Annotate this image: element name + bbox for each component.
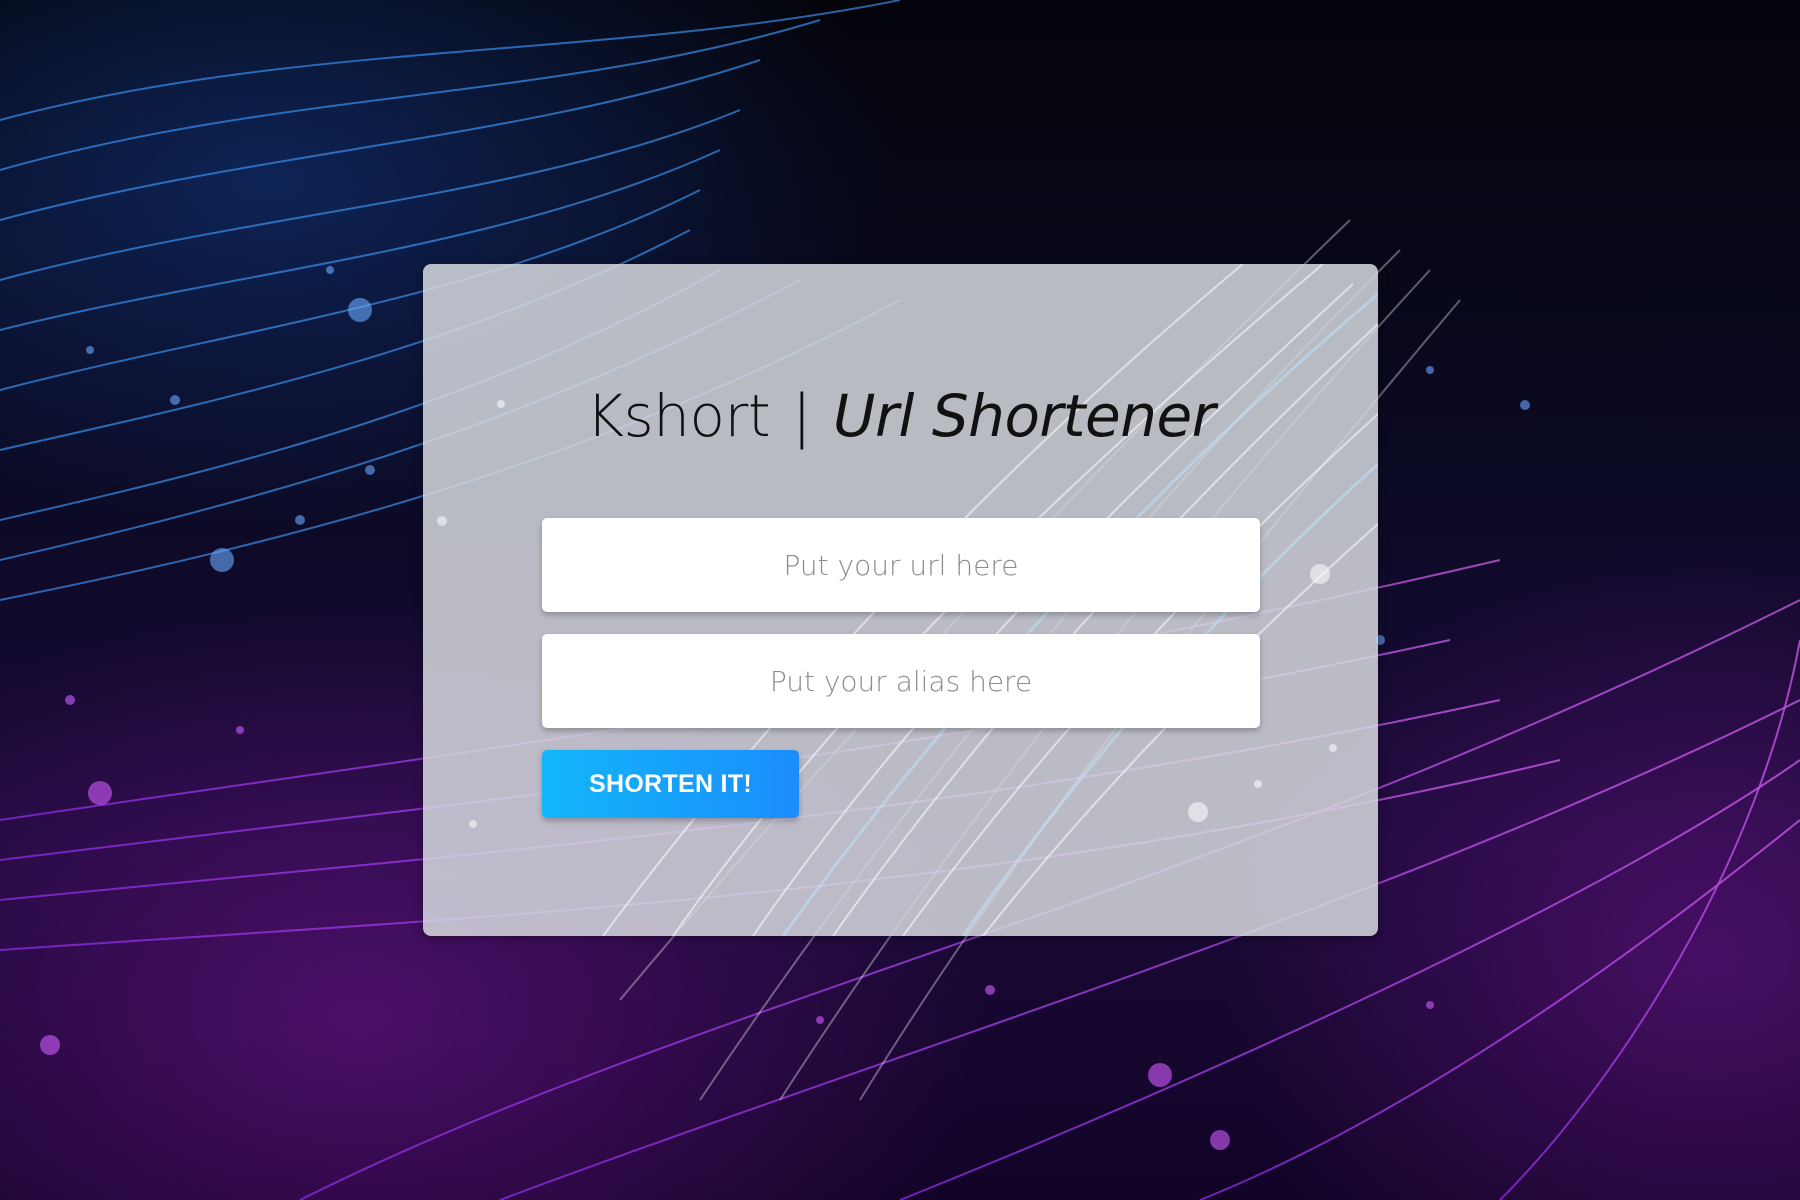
url-input[interactable] xyxy=(542,518,1260,612)
title-tagline: Url Shortener xyxy=(833,382,1215,450)
title-separator: | xyxy=(792,382,812,450)
page-title: Kshort | Url Shortener xyxy=(423,382,1378,450)
shorten-button[interactable]: SHORTEN IT! xyxy=(542,750,799,818)
shortener-card: Kshort | Url Shortener SHORTEN IT! xyxy=(423,264,1378,936)
page-background: Kshort | Url Shortener SHORTEN IT! xyxy=(0,0,1800,1200)
alias-input[interactable] xyxy=(542,634,1260,728)
title-brand: Kshort xyxy=(586,382,771,450)
